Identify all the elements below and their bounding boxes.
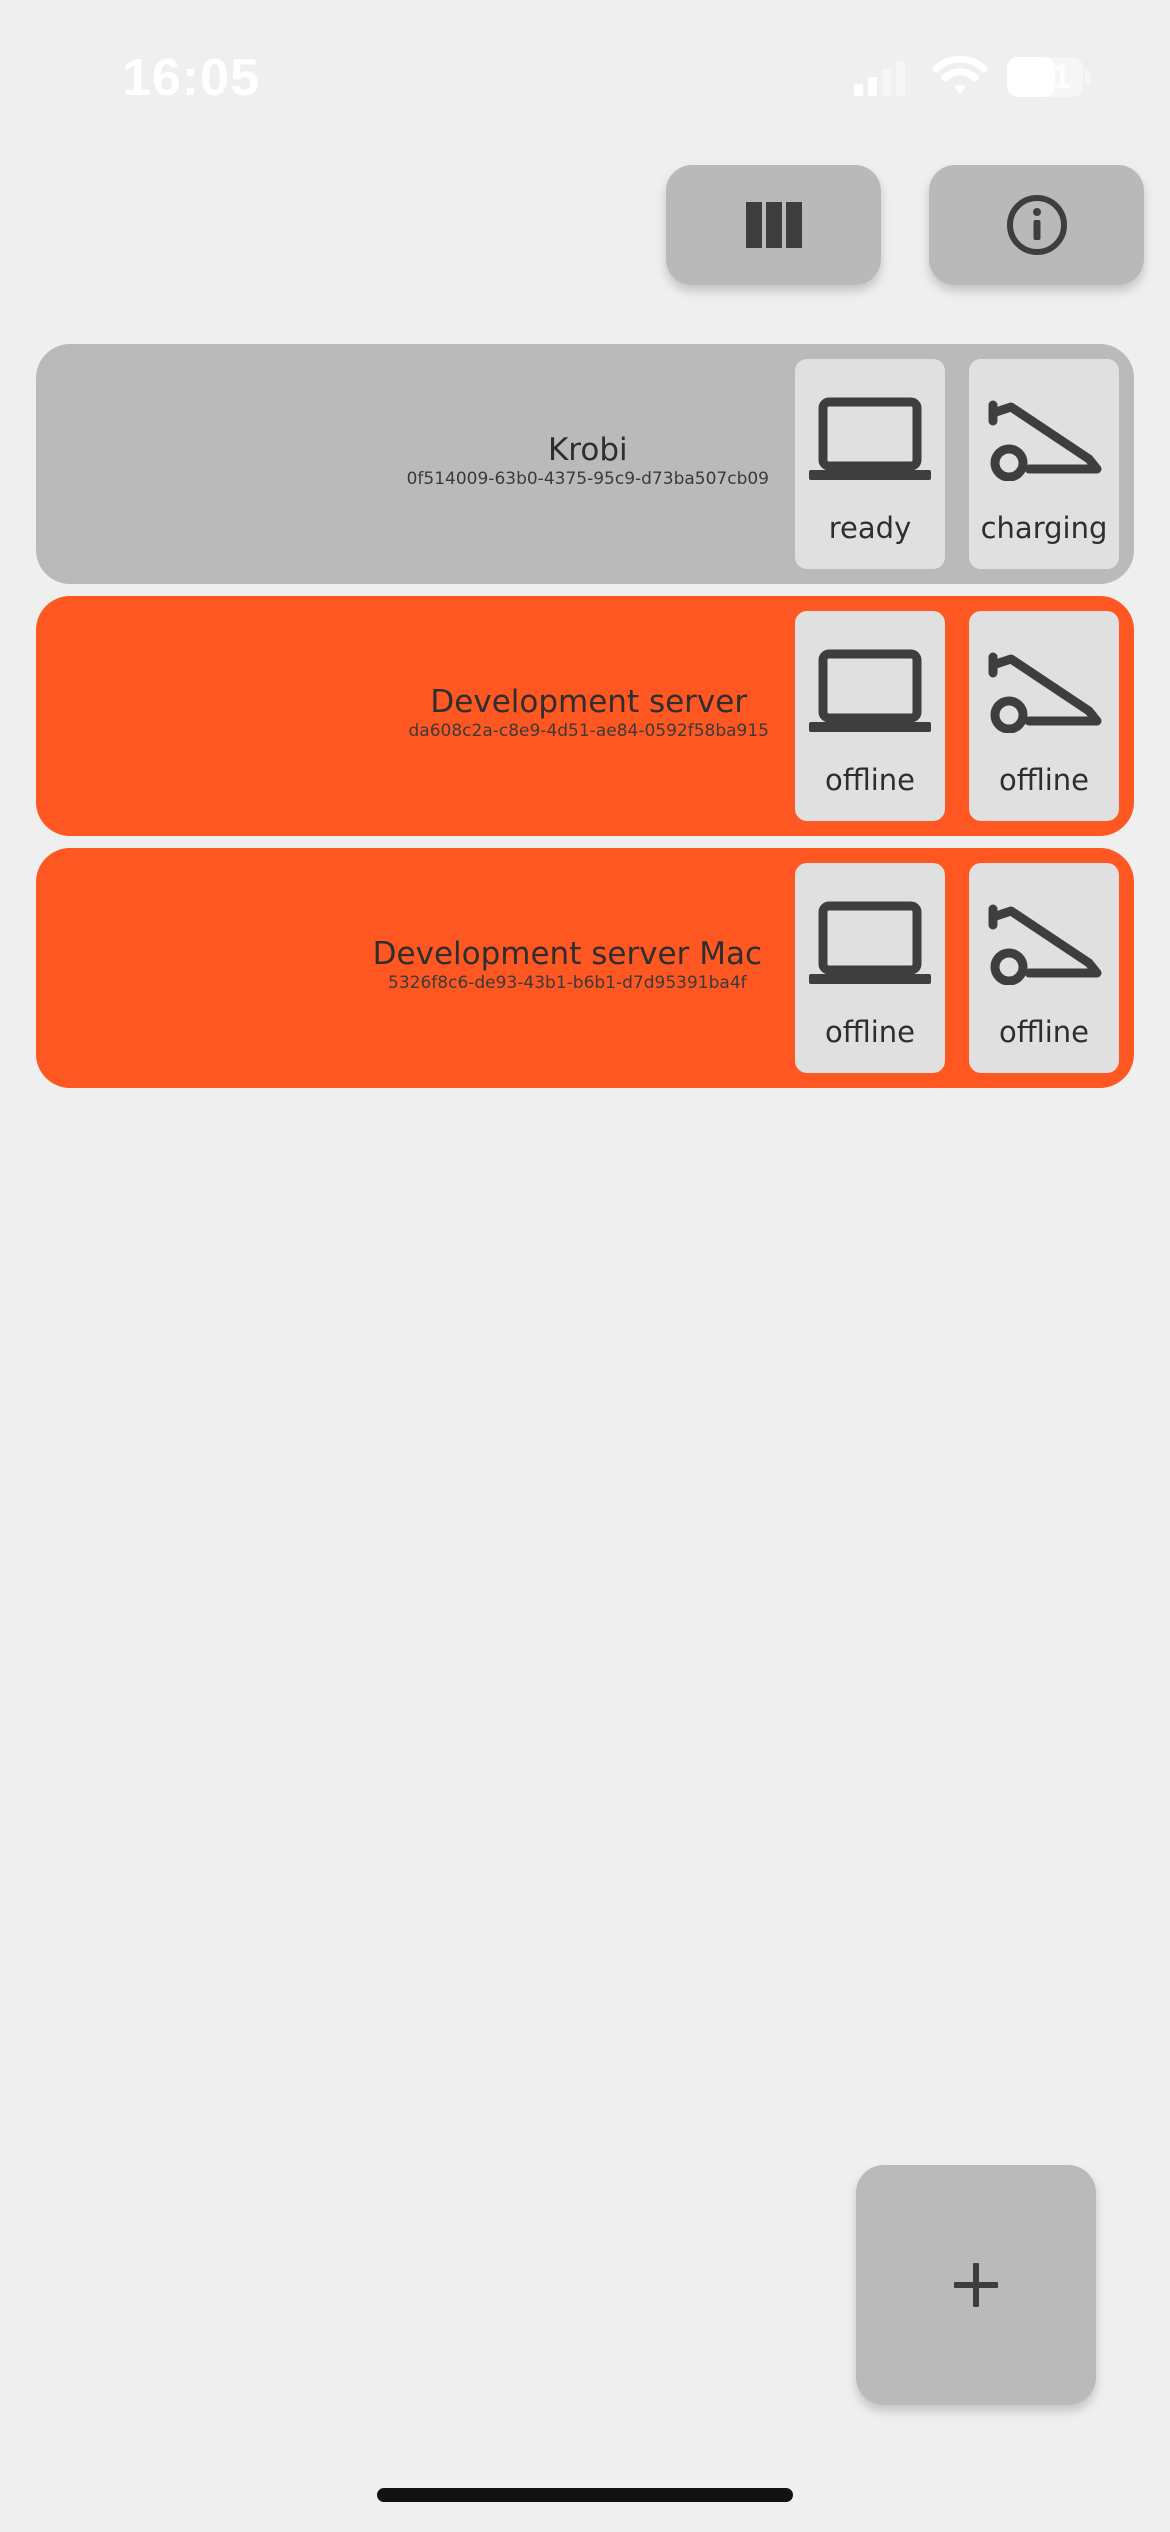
device-name: Development server xyxy=(430,684,748,720)
status-time: 16:05 xyxy=(122,49,260,107)
device-id: 0f514009-63b0-4375-95c9-d73ba507cb09 xyxy=(406,469,769,489)
mower-status-tile[interactable]: offline xyxy=(969,611,1119,821)
device-name: Krobi xyxy=(547,432,628,468)
mower-status-tile[interactable]: charging xyxy=(969,359,1119,569)
device-row-development-server-mac[interactable]: Development server Mac 5326f8c6-de93-43b… xyxy=(36,848,1134,1088)
device-id: 5326f8c6-de93-43b1-b6b1-d7d95391ba4f xyxy=(388,973,747,993)
mower-status-tile[interactable]: offline xyxy=(969,863,1119,1073)
columns-view-button[interactable] xyxy=(666,165,881,285)
device-info: Development server da608c2a-c8e9-4d51-ae… xyxy=(409,684,770,742)
robot-mower-icon xyxy=(988,652,1102,733)
mower-status-label: offline xyxy=(998,1015,1090,1049)
laptop-icon xyxy=(809,649,931,732)
computer-status-label: ready xyxy=(828,511,912,545)
info-button[interactable] xyxy=(929,165,1144,285)
robot-mower-icon xyxy=(988,904,1102,985)
mower-status-label: charging xyxy=(980,511,1108,545)
device-info: Krobi 0f514009-63b0-4375-95c9-d73ba507cb… xyxy=(407,432,769,490)
computer-status-label: offline xyxy=(824,763,916,797)
wifi-icon xyxy=(932,55,988,94)
plus-icon xyxy=(954,2263,998,2307)
computer-status-label: offline xyxy=(824,1015,916,1049)
device-name: Development server Mac xyxy=(372,936,762,972)
device-row-krobi[interactable]: Krobi 0f514009-63b0-4375-95c9-d73ba507cb… xyxy=(36,344,1134,584)
add-device-button[interactable] xyxy=(856,2165,1096,2405)
laptop-icon xyxy=(809,901,931,984)
computer-status-tile[interactable]: offline xyxy=(795,611,945,821)
columns-icon xyxy=(745,202,802,248)
home-indicator[interactable] xyxy=(377,2488,793,2502)
computer-status-tile[interactable]: offline xyxy=(795,863,945,1073)
battery-level: 61 xyxy=(1033,58,1071,96)
device-row-development-server[interactable]: Development server da608c2a-c8e9-4d51-ae… xyxy=(36,596,1134,836)
computer-status-tile[interactable]: ready xyxy=(795,359,945,569)
device-id: da608c2a-c8e9-4d51-ae84-0592f58ba915 xyxy=(408,721,770,741)
mower-status-label: offline xyxy=(998,763,1090,797)
info-icon xyxy=(1006,195,1067,255)
device-info: Development server Mac 5326f8c6-de93-43b… xyxy=(373,936,762,994)
status-bar: 16:05 61 xyxy=(0,0,1170,150)
laptop-icon xyxy=(809,397,931,480)
cellular-signal-icon xyxy=(854,61,905,96)
robot-mower-icon xyxy=(988,400,1102,481)
